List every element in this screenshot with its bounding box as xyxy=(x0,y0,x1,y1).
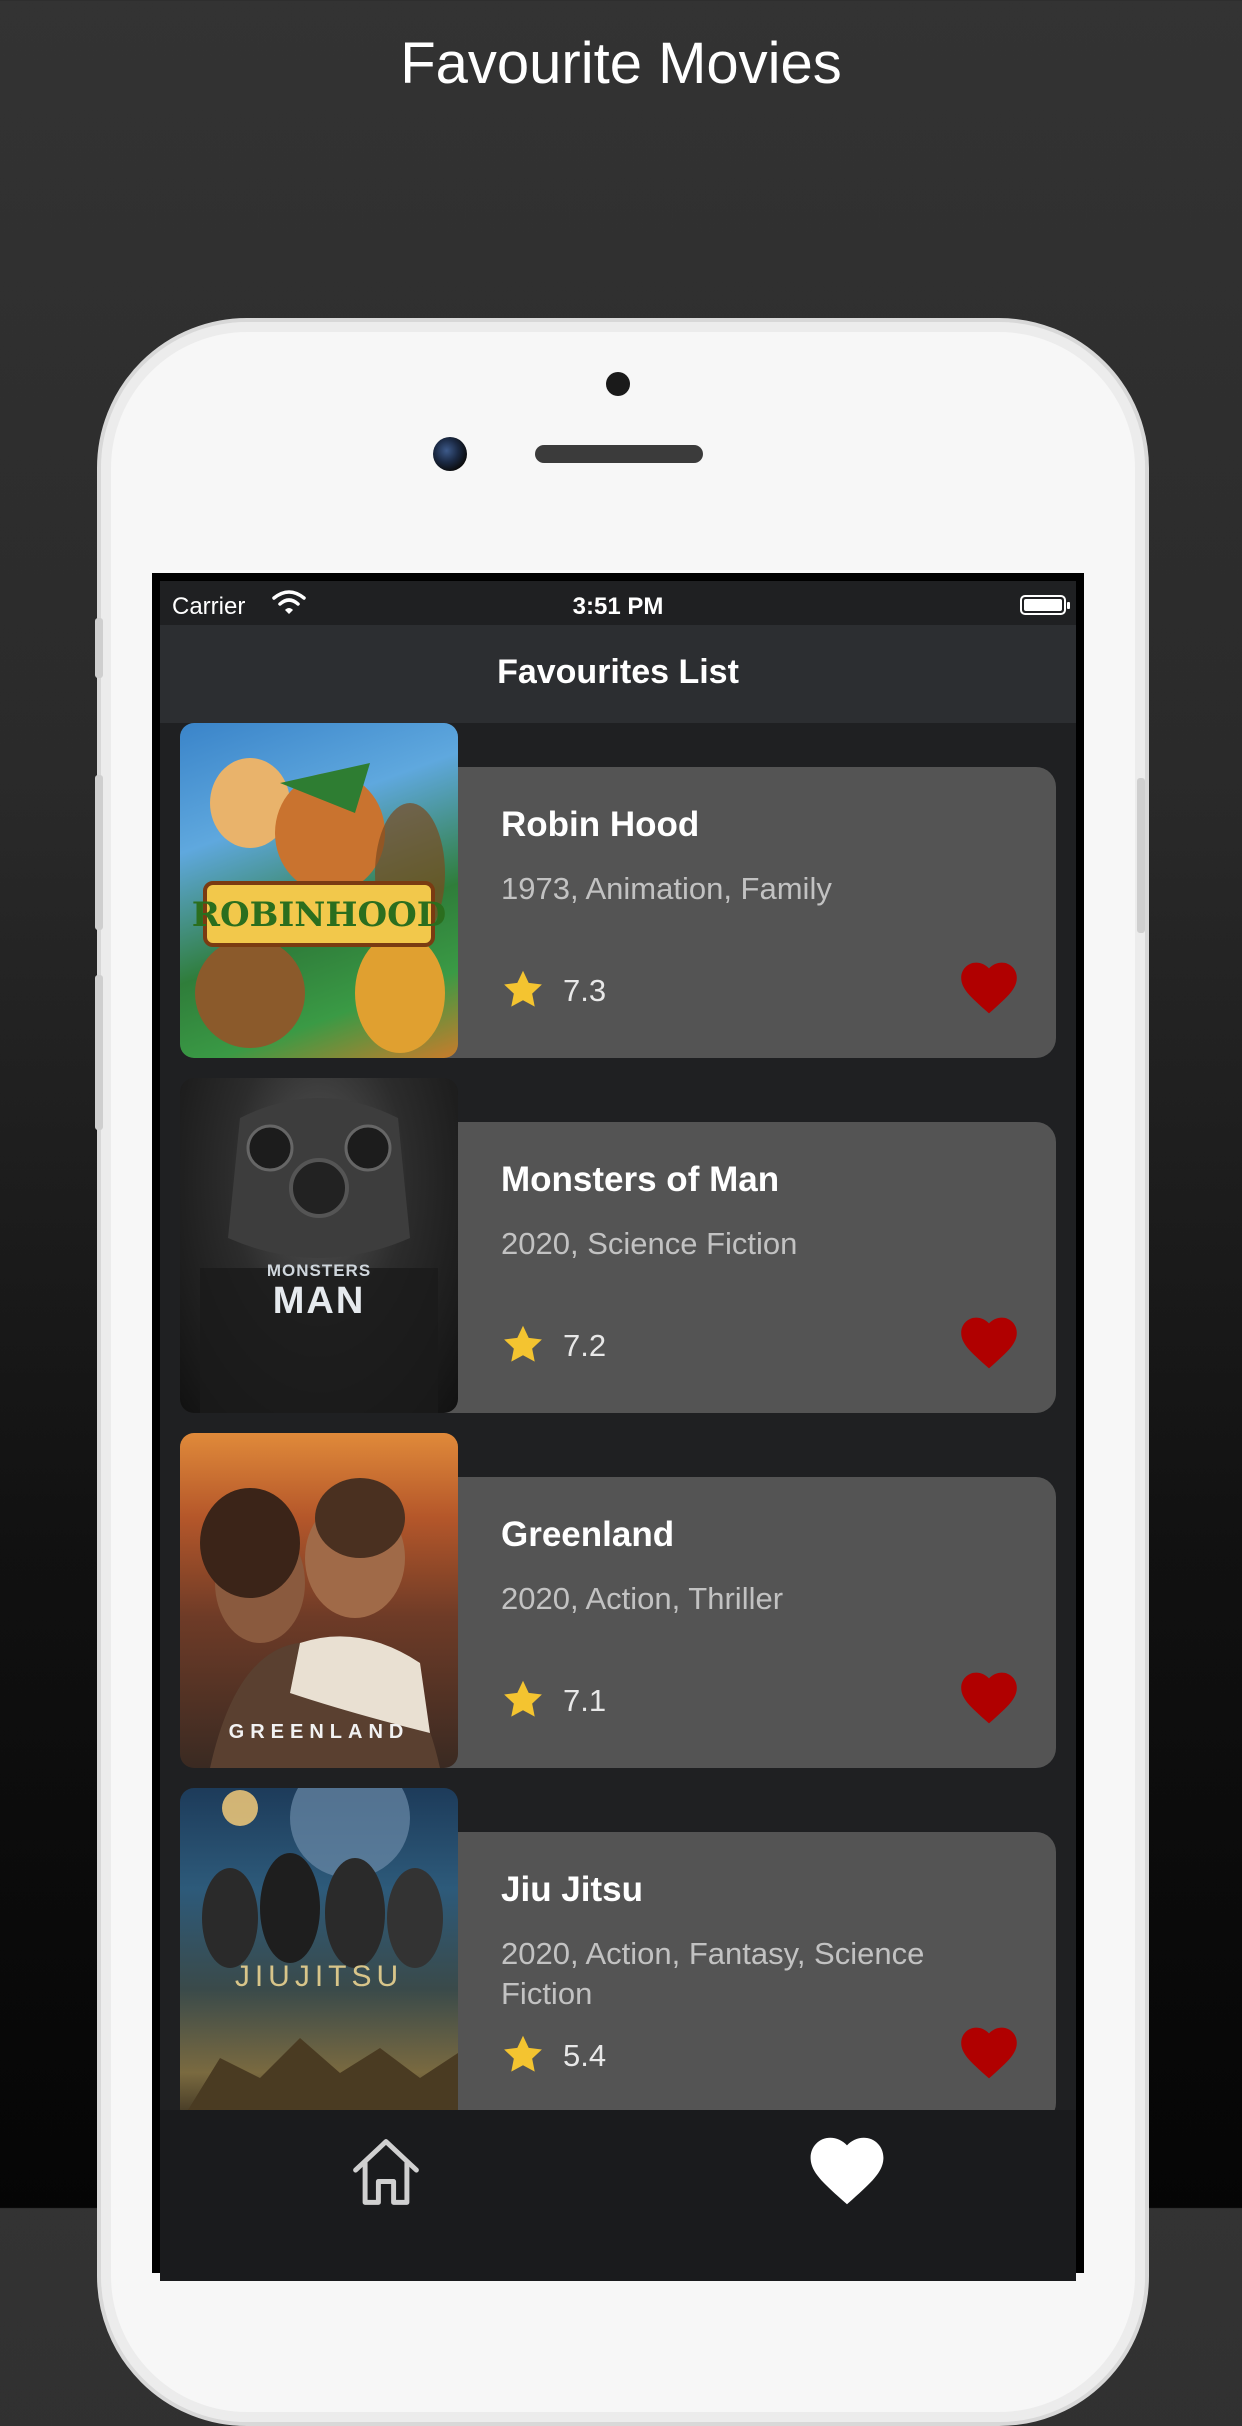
poster-title: MAN xyxy=(272,1280,366,1322)
side-button xyxy=(95,618,103,678)
nav-title: Favourites List xyxy=(497,653,739,691)
movie-poster: JIUJITSU xyxy=(180,1788,458,2123)
card-background xyxy=(380,767,1056,1058)
poster-subtitle: MONSTERS xyxy=(266,1261,372,1280)
card-background xyxy=(380,1477,1056,1768)
star-icon xyxy=(504,1680,542,1717)
movie-poster: GREENLAND xyxy=(180,1433,458,1768)
poster-art xyxy=(180,1788,458,2123)
star-icon xyxy=(504,1325,542,1362)
home-icon[interactable] xyxy=(348,2134,424,2210)
side-button xyxy=(1137,778,1145,933)
movie-rating: 7.3 xyxy=(563,973,607,1008)
movie-card[interactable]: MONSTERS MAN Monsters of Man 2020, Scien… xyxy=(180,1078,1056,1413)
movie-meta: 1973, Animation, Family xyxy=(501,871,832,906)
side-button xyxy=(95,975,103,1130)
poster-art xyxy=(200,1478,440,1768)
movie-meta: 2020, Action, Fantasy, Science Fiction xyxy=(501,1936,925,2011)
poster-art xyxy=(195,758,445,1053)
movie-title: Monsters of Man xyxy=(501,1160,780,1199)
poster-title: GREENLAND xyxy=(228,1721,410,1743)
poster-title: JIUJITSU xyxy=(234,1960,404,1993)
movie-rating: 7.1 xyxy=(563,1683,607,1718)
movie-poster: MONSTERS MAN xyxy=(180,1078,458,1413)
status-time: 3:51 PM xyxy=(572,593,664,620)
status-bar: Carrier 3:51 PM xyxy=(160,581,1076,625)
poster-title: ROBINHOOD xyxy=(191,895,447,935)
movie-rating: 5.4 xyxy=(563,2038,607,2073)
heart-icon[interactable] xyxy=(960,1316,1018,1370)
movie-card[interactable]: ROBINHOOD Robin Hood 1973, Animation, Fa… xyxy=(180,723,1056,1058)
star-icon xyxy=(504,2035,542,2072)
movie-title: Jiu Jitsu xyxy=(501,1870,643,1909)
movie-rating: 7.2 xyxy=(563,1328,607,1363)
star-icon xyxy=(504,970,542,1007)
battery-icon xyxy=(1020,595,1070,615)
app-screen: Carrier 3:51 PM Favourites List ROBINHOO… xyxy=(160,581,1076,2281)
front-camera xyxy=(433,437,467,471)
heart-icon[interactable] xyxy=(960,1671,1018,1725)
movie-card[interactable]: GREENLAND Greenland 2020, Action, Thrill… xyxy=(180,1433,1056,1768)
movie-title: Greenland xyxy=(501,1515,675,1554)
navigation-bar: Favourites List xyxy=(160,625,1076,723)
heart-icon[interactable] xyxy=(809,2136,885,2206)
movie-meta: 2020, Action, Thriller xyxy=(501,1581,784,1616)
movie-poster: ROBINHOOD xyxy=(180,723,458,1058)
poster-art xyxy=(200,1098,438,1413)
heart-icon[interactable] xyxy=(960,2026,1018,2080)
promo-title: Favourite Movies xyxy=(400,31,842,96)
heart-icon[interactable] xyxy=(960,961,1018,1015)
earpiece-speaker xyxy=(535,445,703,463)
proximity-sensor xyxy=(606,372,630,396)
movie-meta: 2020, Science Fiction xyxy=(501,1226,798,1261)
phone-screen: Carrier 3:51 PM Favourites List ROBINHOO… xyxy=(152,573,1084,2281)
tab-bar xyxy=(160,2110,1076,2281)
movie-title: Robin Hood xyxy=(501,805,700,844)
movie-card[interactable]: JIUJITSU Jiu Jitsu 2020, Action, Fantasy… xyxy=(180,1788,1056,2123)
side-button xyxy=(95,775,103,930)
